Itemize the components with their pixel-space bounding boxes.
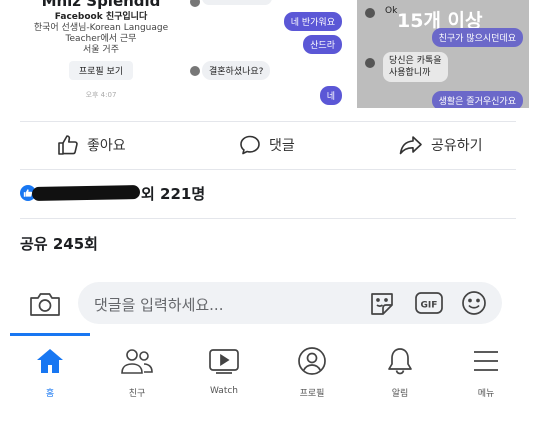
nav-friends[interactable]: 친구 <box>97 345 177 399</box>
chat-bubble-name: 산드라 <box>303 35 342 54</box>
emoji-button[interactable] <box>460 290 488 320</box>
chat-bubble-greet: 네 반가워요 <box>283 12 342 31</box>
like-label: 좋아요 <box>87 138 126 154</box>
profile-name: Mhiz Splendid <box>41 0 161 10</box>
reaction-summary[interactable]: 외 221명 <box>20 180 205 206</box>
post-actions: 좋아요 댓글 공유하기 <box>0 122 536 168</box>
home-icon <box>37 349 63 373</box>
share-count[interactable]: 공유 245회 <box>20 233 98 254</box>
post-image-strip[interactable]: Mhiz Splendid Facebook 친구입니다 한국어 선생님-Kor… <box>0 0 536 110</box>
divider <box>20 169 516 170</box>
share-label: 공유하기 <box>431 138 483 154</box>
card-timestamp: 오후 4:07 <box>85 91 117 99</box>
chat-avatar <box>190 0 200 7</box>
comment-input[interactable]: 댓글을 입력하세요... GIF <box>78 282 502 324</box>
nav-watch[interactable]: Watch <box>184 345 264 396</box>
friend-status: Facebook 친구입니다 <box>54 12 148 22</box>
redacted-names <box>31 185 141 201</box>
bio-line-2: Teacher에서 근무 <box>65 34 137 44</box>
nav-watch-label: Watch <box>209 386 239 396</box>
bio-line-1: 한국어 선생님-Korean Language <box>33 23 169 33</box>
sticker-icon <box>371 293 393 315</box>
chat-bubble-life: 생활은 즐거우신가요 <box>431 91 523 108</box>
nav-home[interactable]: 홈 <box>10 345 90 399</box>
location-text: 서울 거주 <box>83 45 119 55</box>
bottom-navigation: 홈 친구 Watch 프로필 알림 메뉴 <box>0 333 536 421</box>
chat-image[interactable]: 네 반가워요 산드라 결혼하셨나요? 네 <box>186 0 348 108</box>
divider <box>20 218 516 219</box>
camera-icon <box>30 293 60 316</box>
gif-icon: GIF <box>415 292 443 314</box>
chat-ok: Ok <box>385 6 398 16</box>
chat-avatar <box>190 66 200 76</box>
gif-button[interactable]: GIF <box>414 290 444 320</box>
menu-icon <box>474 351 498 371</box>
like-button[interactable]: 좋아요 <box>56 122 126 168</box>
chat-bubble-partial <box>202 0 272 5</box>
profile-icon <box>298 347 326 375</box>
active-tab-indicator <box>10 333 90 336</box>
comment-icon <box>240 135 260 155</box>
chat-bubble-friends: 친구가 많으시던데요 <box>431 28 523 47</box>
profile-card-image[interactable]: Mhiz Splendid Facebook 친구입니다 한국어 선생님-Kor… <box>22 0 180 108</box>
emoji-icon <box>462 291 486 315</box>
sticker-button[interactable] <box>368 290 396 320</box>
comment-placeholder: 댓글을 입력하세요... <box>94 296 224 314</box>
nav-home-label: 홈 <box>45 389 55 399</box>
nav-friends-label: 친구 <box>128 389 146 399</box>
svg-text:GIF: GIF <box>421 301 438 311</box>
share-button[interactable]: 공유하기 <box>398 122 483 168</box>
camera-button[interactable] <box>28 290 62 322</box>
nav-notifications[interactable]: 알림 <box>360 345 440 399</box>
chat-bubble-kakao: 당신은 카톡을 사용합니까 <box>383 52 448 82</box>
nav-profile-label: 프로필 <box>299 389 325 399</box>
chat-bubble-married: 결혼하셨나요? <box>202 61 271 80</box>
thumbs-up-icon <box>58 135 78 155</box>
nav-menu-label: 메뉴 <box>477 389 495 399</box>
friends-icon <box>121 349 153 374</box>
nav-profile[interactable]: 프로필 <box>272 345 352 399</box>
bell-icon <box>388 348 412 375</box>
nav-menu[interactable]: 메뉴 <box>446 345 526 399</box>
comment-button[interactable]: 댓글 <box>238 122 295 168</box>
comment-composer: 댓글을 입력하세요... GIF <box>0 278 536 330</box>
reaction-count: 외 221명 <box>141 184 206 203</box>
watch-icon <box>209 349 239 374</box>
chat-bubble-yes: 네 <box>319 86 342 105</box>
chat-avatar <box>365 8 375 18</box>
chat-avatar <box>365 58 375 68</box>
share-icon <box>399 136 422 155</box>
chat-image-more[interactable]: Ok 15개 이상 친구가 많으시던데요 당신은 카톡을 사용합니까 생활은 즐… <box>357 0 529 108</box>
comment-label: 댓글 <box>269 138 295 154</box>
nav-notifications-label: 알림 <box>391 389 409 399</box>
view-profile-button: 프로필 보기 <box>68 61 134 80</box>
